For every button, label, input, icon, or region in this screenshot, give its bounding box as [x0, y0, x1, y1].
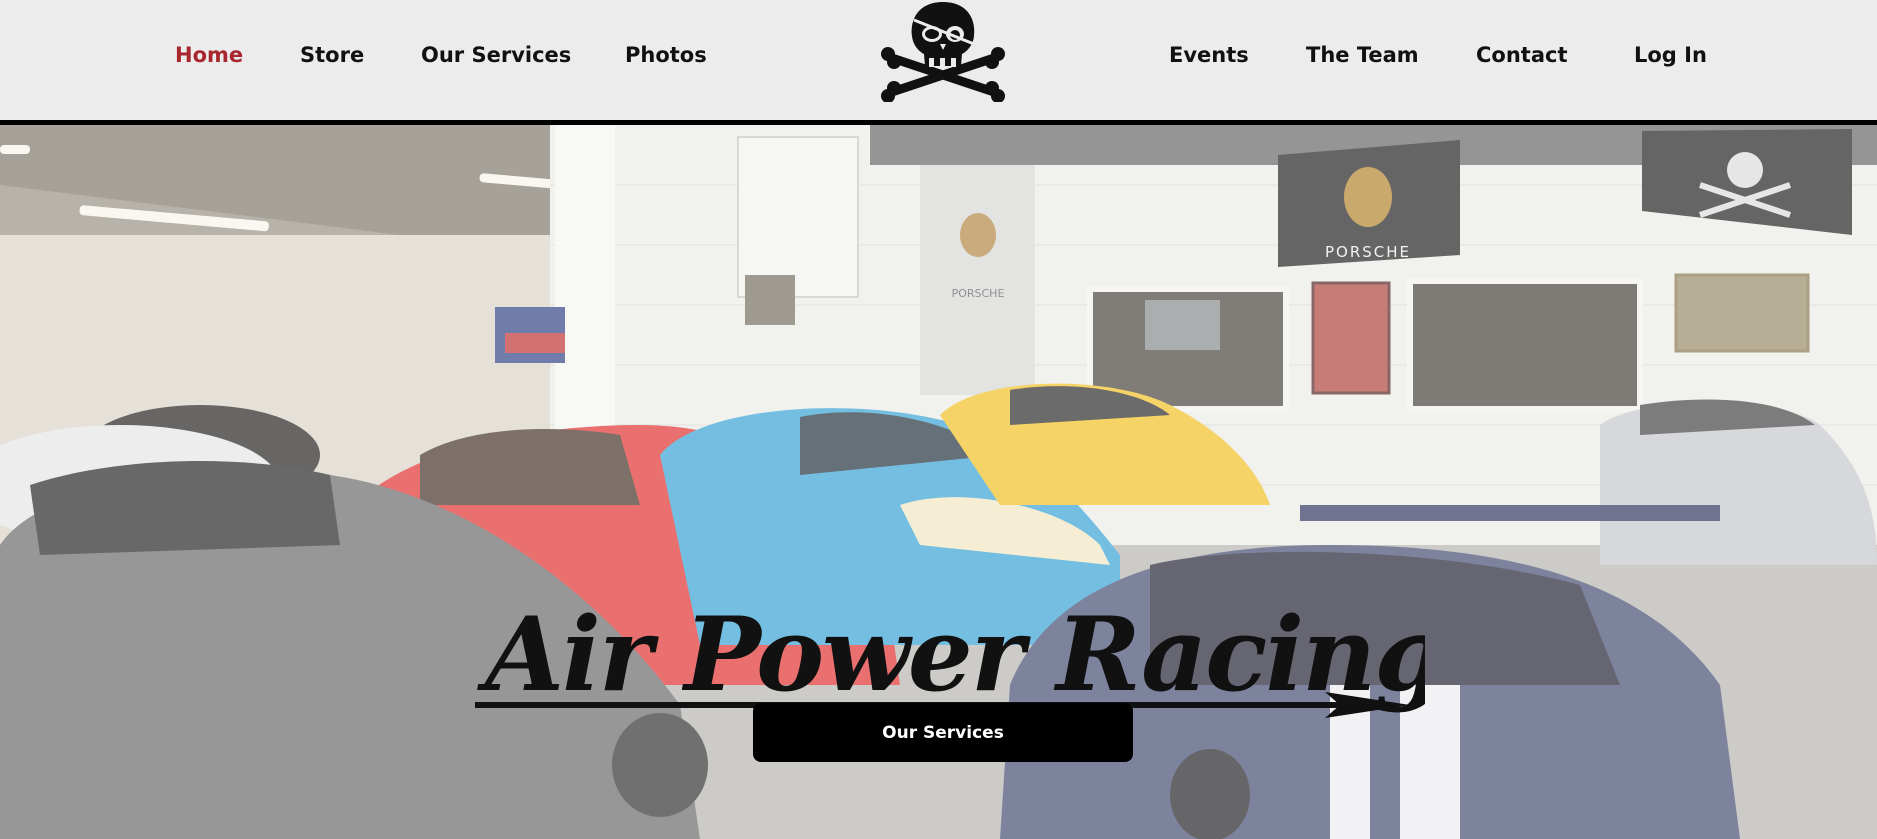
nav-the-team[interactable]: The Team — [1306, 41, 1419, 69]
nav-home[interactable]: Home — [175, 41, 243, 69]
nav-store[interactable]: Store — [300, 41, 364, 69]
skull-crossbones-icon[interactable] — [878, 0, 1008, 103]
nav-events[interactable]: Events — [1169, 41, 1249, 69]
nav-log-in[interactable]: Log In — [1634, 41, 1707, 69]
our-services-button[interactable]: Our Services — [753, 703, 1133, 762]
site-header: Home Store Our Services Photos Events Th… — [0, 0, 1877, 120]
hero-banner: PORSCHE PORSCHE Air Power Racing Our Ser… — [0, 125, 1877, 839]
nav-contact[interactable]: Contact — [1476, 41, 1568, 69]
nav-photos[interactable]: Photos — [625, 41, 707, 69]
nav-our-services[interactable]: Our Services — [421, 41, 571, 69]
brand-text: Air Power Racing — [477, 595, 1425, 715]
